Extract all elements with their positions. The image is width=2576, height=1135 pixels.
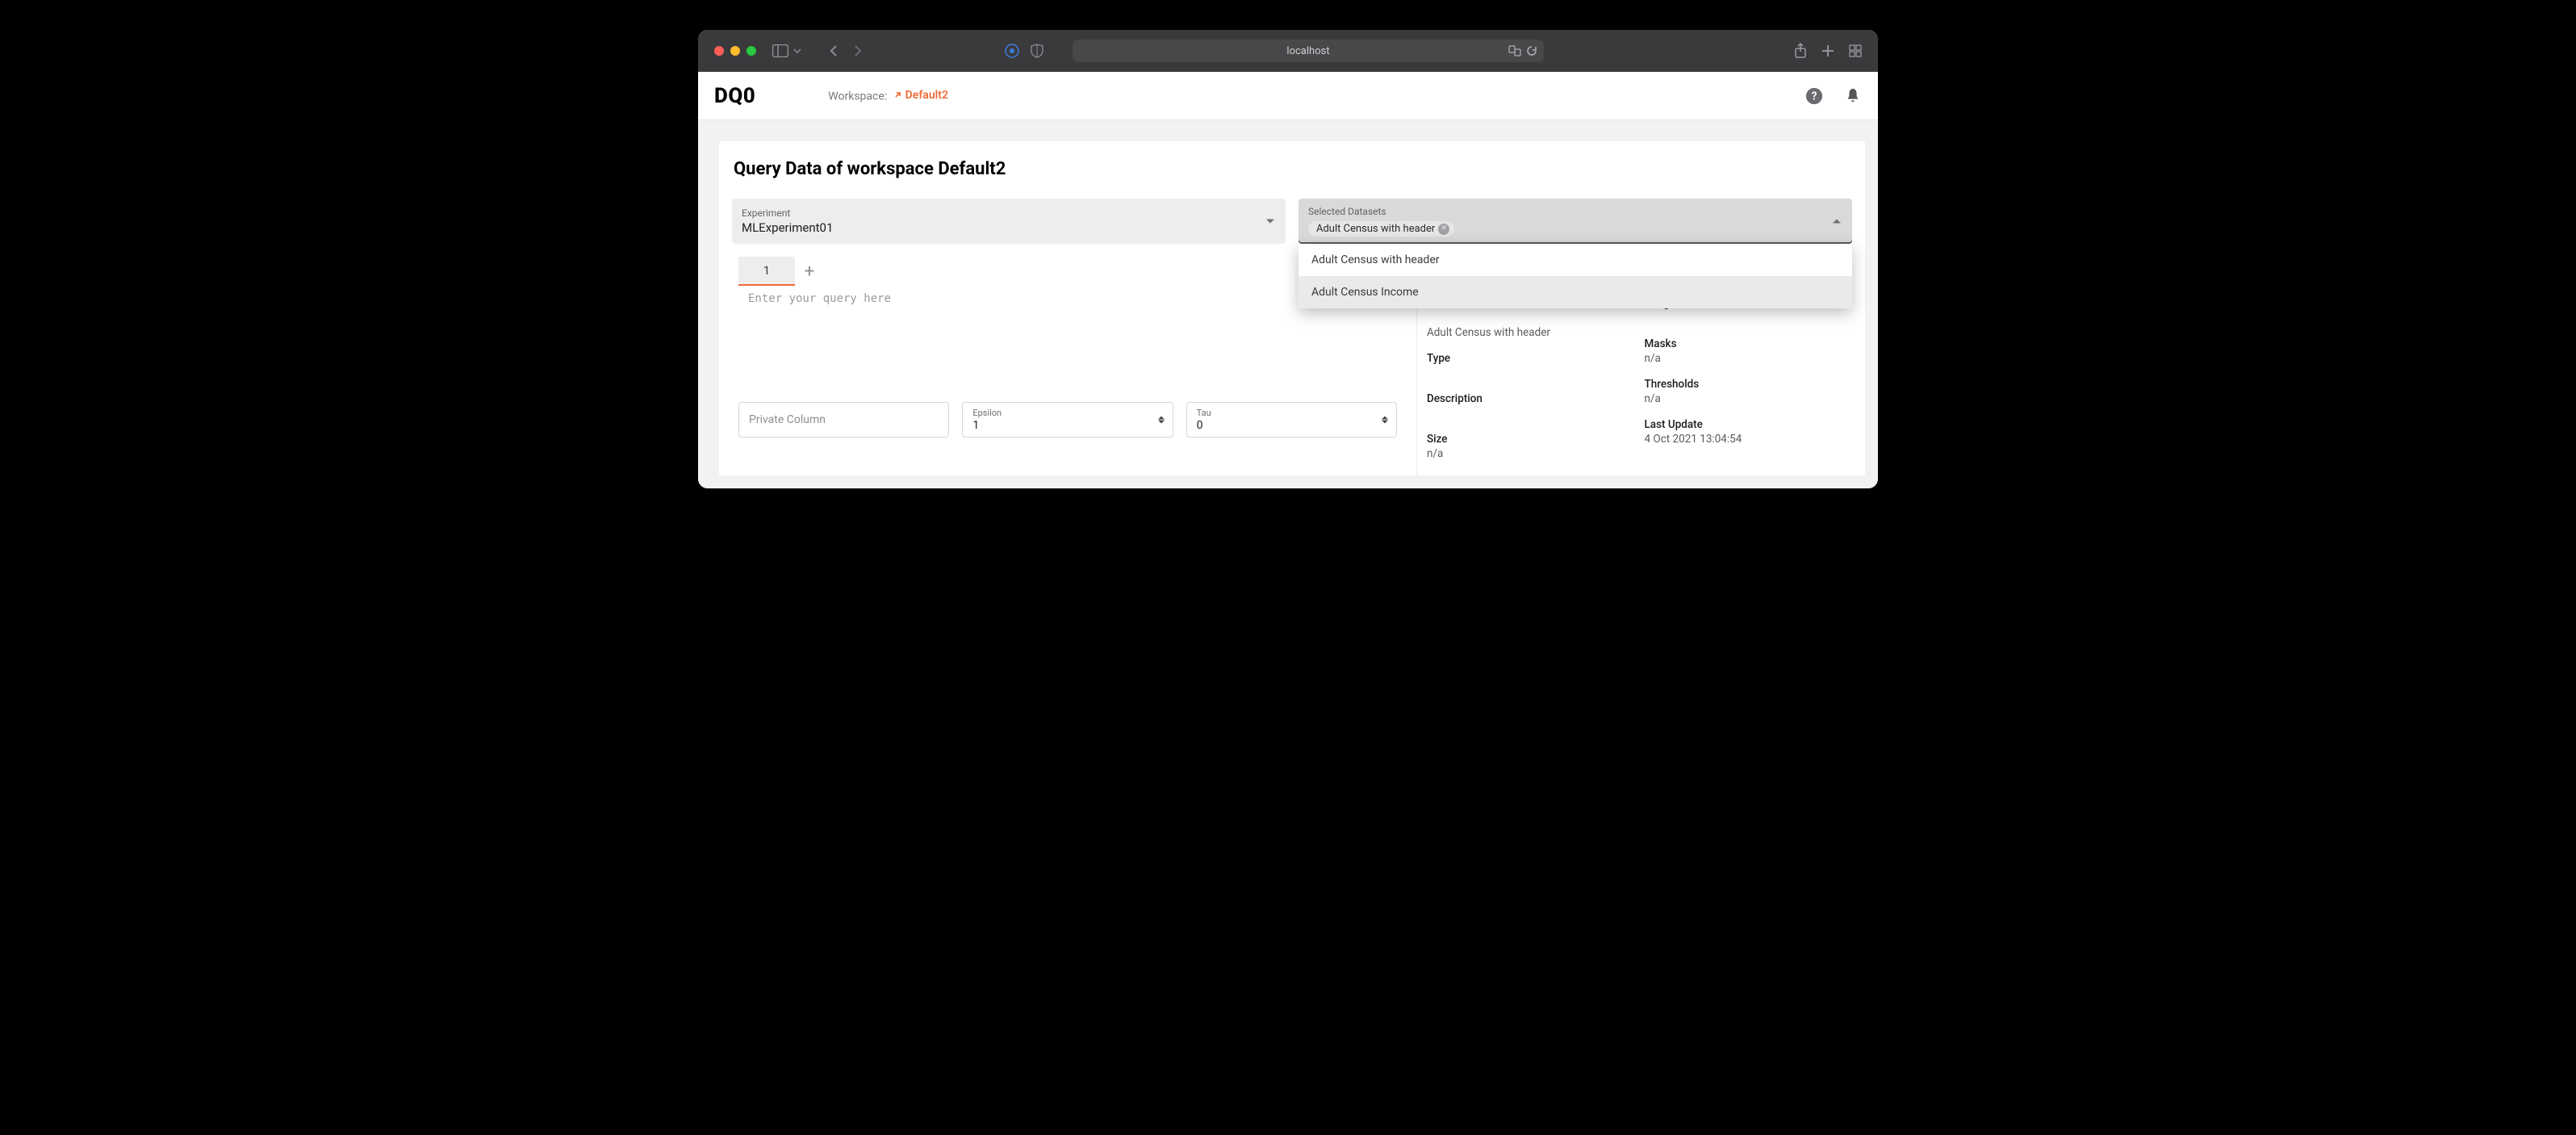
translate-icon[interactable] xyxy=(1508,45,1521,57)
experiment-select-value: MLExperiment01 xyxy=(742,220,1276,235)
share-icon[interactable] xyxy=(1794,43,1807,59)
epsilon-value: 1 xyxy=(972,419,1162,432)
workspace-label: Workspace: Default2 xyxy=(828,89,948,103)
url-text: localhost xyxy=(1286,45,1329,57)
url-bar[interactable]: localhost xyxy=(1073,40,1544,62)
chip-remove-icon[interactable]: ✕ xyxy=(1438,224,1449,235)
app-header: DQ0 Workspace: Default2 ? xyxy=(698,72,1878,120)
private-column-input[interactable]: Private Column xyxy=(738,402,949,438)
detail-masks-label: Masks xyxy=(1645,337,1843,350)
page-content: Query Data of workspace Default2 Experim… xyxy=(698,120,1878,488)
detail-desc-label: Description xyxy=(1427,392,1625,405)
stepper-icon[interactable] xyxy=(1382,417,1388,424)
datasets-dropdown: Adult Census with header Adult Census In… xyxy=(1298,244,1852,308)
experiment-select-label: Experiment xyxy=(742,207,1276,219)
datasets-select-label: Selected Datasets xyxy=(1308,206,1842,217)
detail-desc-value xyxy=(1427,407,1625,420)
dataset-chip-label: Adult Census with header xyxy=(1316,223,1435,235)
detail-type-label: Type xyxy=(1427,352,1625,365)
browser-window: localhost DQ0 Workspac xyxy=(698,30,1878,488)
fullscreen-window-button[interactable] xyxy=(746,46,756,56)
privacy-icon[interactable] xyxy=(1005,44,1019,58)
datasets-select[interactable]: Selected Datasets Adult Census with head… xyxy=(1298,199,1852,244)
private-column-placeholder: Private Column xyxy=(749,413,939,426)
stepper-icon[interactable] xyxy=(1158,417,1165,424)
tabs-overview-icon[interactable] xyxy=(1849,43,1862,59)
experiment-select[interactable]: Experiment MLExperiment01 xyxy=(732,199,1286,244)
svg-text:?: ? xyxy=(1812,90,1817,103)
titlebar: localhost xyxy=(698,30,1878,72)
sidebar-toggle-icon[interactable] xyxy=(772,44,788,57)
forward-button[interactable] xyxy=(853,44,863,57)
workspace-link[interactable]: Default2 xyxy=(893,89,948,102)
epsilon-input[interactable]: Epsilon 1 xyxy=(962,402,1173,438)
page-title: Query Data of workspace Default2 xyxy=(732,159,1852,179)
epsilon-label: Epsilon xyxy=(972,408,1162,417)
detail-thresholds-value: n/a xyxy=(1645,392,1843,405)
help-icon[interactable]: ? xyxy=(1805,87,1823,105)
sidebar-dropdown-icon[interactable] xyxy=(793,48,801,53)
detail-thresholds-label: Thresholds xyxy=(1645,378,1843,391)
reload-icon[interactable] xyxy=(1526,45,1537,57)
window-controls xyxy=(714,46,756,56)
dataset-chip[interactable]: Adult Census with header ✕ xyxy=(1308,221,1454,237)
app-logo: DQ0 xyxy=(714,84,755,108)
detail-type-value xyxy=(1427,366,1625,379)
datasets-option[interactable]: Adult Census with header xyxy=(1298,244,1852,276)
back-button[interactable] xyxy=(829,44,838,57)
minimize-window-button[interactable] xyxy=(730,46,740,56)
close-window-button[interactable] xyxy=(714,46,724,56)
datasets-option[interactable]: Adult Census Income xyxy=(1298,276,1852,308)
chevron-up-icon xyxy=(1833,220,1841,224)
add-tab-button[interactable]: + xyxy=(795,257,824,286)
detail-lastupdate-value: 4 Oct 2021 13:04:54 xyxy=(1645,433,1843,446)
tau-value: 0 xyxy=(1197,419,1386,432)
detail-name-value: Adult Census with header xyxy=(1427,326,1625,339)
shield-icon[interactable] xyxy=(1031,44,1043,58)
detail-masks-value: n/a xyxy=(1645,352,1843,365)
chevron-down-icon xyxy=(1266,220,1274,224)
tau-input[interactable]: Tau 0 xyxy=(1186,402,1397,438)
detail-lastupdate-label: Last Update xyxy=(1645,418,1843,431)
detail-size-label: Size xyxy=(1427,433,1625,446)
detail-size-value: n/a xyxy=(1427,447,1625,460)
new-tab-icon[interactable] xyxy=(1821,43,1834,59)
tau-label: Tau xyxy=(1197,408,1386,417)
query-tab[interactable]: 1 xyxy=(738,257,795,286)
notifications-icon[interactable] xyxy=(1844,87,1862,105)
